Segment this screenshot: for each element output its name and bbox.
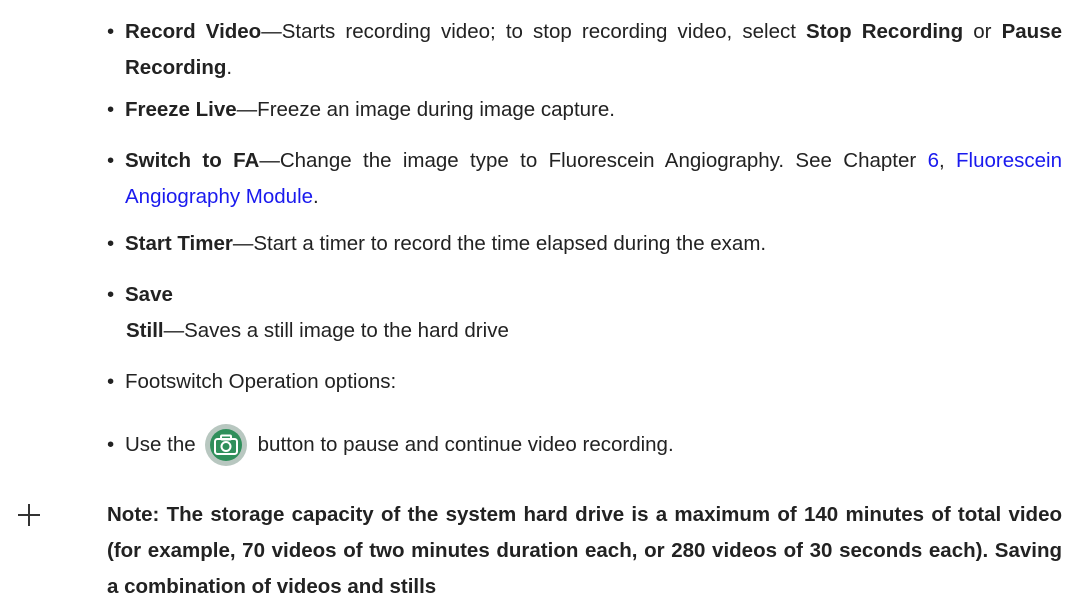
sub-item-text-after: button to pause and continue video recor… [257,433,674,456]
list-item-content: Footswitch Operation options: [125,370,397,393]
description: Freeze an image during image capture. [257,98,615,121]
period: . [313,185,319,208]
description-or: or [963,20,1002,43]
bullet: • [107,98,115,121]
list-item-content: Switch to FA—Change the image type to Fl… [125,143,1062,215]
period: . [226,56,233,79]
bullet: • [107,283,115,306]
description: Starts recording video; to stop recordin… [281,20,807,43]
list-item-save-still: • Save Still—Saves a still image to the h… [107,277,1062,349]
bullet: • [107,20,115,43]
dash: — [232,232,254,255]
dash: — [259,149,280,172]
camera-icon[interactable] [204,424,247,466]
dash: — [236,98,258,121]
sub-item-text-before: Use the [125,433,196,456]
term-switch-to-fa: Switch to FA [125,149,260,172]
list-item-content: Record Video—Starts recording video; to … [125,14,1062,86]
term-save: Save [125,283,173,306]
term-freeze-live: Freeze Live [125,98,237,121]
separator: , [938,149,957,172]
bullet: • [107,433,115,456]
description: Start a timer to record the time elapsed… [253,232,767,255]
list-item-start-timer: • Start Timer—Start a timer to record th… [107,226,1062,262]
list-item-freeze-live: • Freeze Live—Freeze an image during ima… [107,92,1062,128]
term-still: Still [126,319,164,342]
description: Change the image type to Fluorescein Ang… [279,149,928,172]
list-item-switch-to-fa: • Switch to FA—Change the image type to … [107,143,1062,215]
description: Saves a still image to the hard drive [184,319,509,342]
term-start-timer: Start Timer [125,232,233,255]
dash: — [163,319,185,342]
term-stop-recording: Stop Recording [806,20,964,43]
bullet: • [107,232,115,255]
list-item-content: Freeze Live—Freeze an image during image… [125,92,1062,128]
sub-list-item-use-button: • Use the button to pause and continue v… [107,424,1007,466]
list-item-content: Save Still—Saves a still image to the har… [125,277,1062,349]
bullet: • [107,370,115,393]
list-item-footswitch-options: • Footswitch Operation options: [107,364,1062,400]
camera-glyph [213,434,238,455]
bullet: • [107,149,115,172]
list-item-content: Start Timer—Start a timer to record the … [125,226,1062,262]
chapter-link[interactable]: 6 [928,149,939,172]
note-paragraph: Note: The storage capacity of the system… [107,503,1062,598]
plus-mark-icon [18,504,40,526]
dash: — [261,20,282,43]
term-record-video: Record Video [125,20,262,43]
list-item-record-video: • Record Video—Starts recording video; t… [107,14,1062,86]
